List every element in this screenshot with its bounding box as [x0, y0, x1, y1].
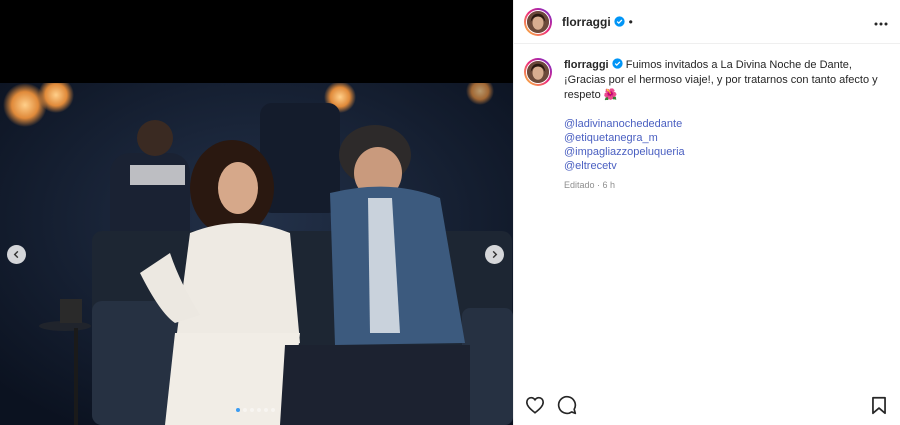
- carousel-dot: [264, 408, 268, 412]
- caption-mentions: @ladivinanochededante @etiquetanegra_m @im…: [564, 117, 882, 173]
- post-photo[interactable]: [0, 83, 513, 425]
- comment-icon: [557, 395, 577, 415]
- mention-link[interactable]: @impagliazzopeluqueria: [564, 145, 882, 159]
- carousel-dot: [236, 408, 240, 412]
- header-username[interactable]: florraggi: [562, 15, 611, 29]
- carousel-indicator: [236, 408, 275, 412]
- avatar[interactable]: [524, 7, 552, 36]
- post-actions: [514, 385, 900, 425]
- bookmark-icon: [872, 396, 886, 414]
- heart-icon: [525, 396, 545, 414]
- mention-link[interactable]: @eltrecetv: [564, 159, 882, 173]
- carousel-dot: [271, 408, 275, 412]
- caption-username[interactable]: florraggi: [564, 59, 609, 71]
- post-timestamp: Editado · 6 h: [564, 180, 616, 190]
- header-separator: •: [628, 14, 633, 29]
- more-options-icon: [874, 22, 888, 25]
- carousel-dot: [257, 408, 261, 412]
- carousel-next-button[interactable]: [485, 245, 504, 264]
- post-caption: florraggi Fuimos invitados a La Divina N…: [514, 44, 900, 193]
- carousel-dot: [243, 408, 247, 412]
- post-media[interactable]: [0, 0, 513, 425]
- more-options-button[interactable]: [874, 13, 888, 31]
- mention-link[interactable]: @ladivinanochededante: [564, 117, 882, 131]
- caption-avatar[interactable]: [524, 58, 552, 86]
- post-header: florraggi •: [514, 0, 900, 44]
- chevron-left-icon: [13, 250, 19, 259]
- chevron-right-icon: [492, 250, 498, 259]
- carousel-prev-button[interactable]: [7, 245, 26, 264]
- verified-badge-icon: [614, 16, 625, 27]
- post-details-panel: florraggi • florraggi Fuimos invitados a…: [513, 0, 900, 425]
- carousel-dot: [250, 408, 254, 412]
- like-button[interactable]: [524, 394, 546, 416]
- stage-photo-image: [0, 83, 513, 425]
- mention-link[interactable]: @etiquetanegra_m: [564, 131, 882, 145]
- comment-button[interactable]: [556, 394, 578, 416]
- profile-picture: [527, 61, 549, 83]
- profile-picture: [527, 10, 549, 33]
- verified-badge-icon: [612, 58, 623, 69]
- save-button[interactable]: [868, 394, 890, 416]
